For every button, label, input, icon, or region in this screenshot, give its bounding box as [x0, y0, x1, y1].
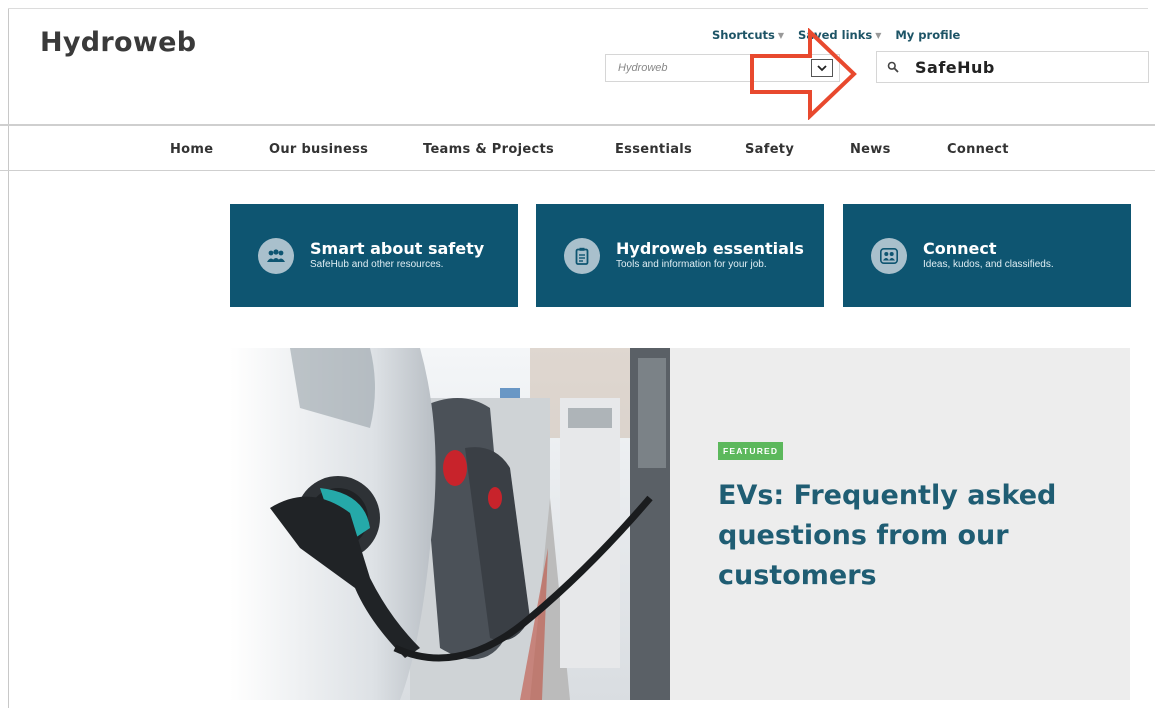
tile-text: Connect Ideas, kudos, and classifieds. — [923, 240, 1054, 271]
my-profile-link[interactable]: My profile — [895, 28, 960, 42]
tile-title: Connect — [923, 239, 997, 258]
nav-item-essentials[interactable]: Essentials — [615, 142, 692, 157]
nav-divider-bottom — [0, 170, 1155, 171]
featured-image[interactable] — [230, 348, 670, 700]
tile-text: Hydroweb essentials Tools and informatio… — [616, 240, 804, 271]
clipboard-icon — [564, 237, 600, 274]
tile-smart-about-safety[interactable]: Smart about safety SafeHub and other res… — [230, 204, 518, 307]
nav-item-connect[interactable]: Connect — [947, 142, 1009, 157]
tile-title: Hydroweb essentials — [616, 239, 804, 258]
nav-item-news[interactable]: News — [850, 142, 891, 157]
my-profile-label: My profile — [895, 28, 961, 42]
tile-text: Smart about safety SafeHub and other res… — [310, 240, 484, 271]
tile-connect[interactable]: Connect Ideas, kudos, and classifieds. — [843, 204, 1131, 307]
tile-hydroweb-essentials[interactable]: Hydroweb essentials Tools and informatio… — [536, 204, 824, 307]
featured-story[interactable]: FEATURED EVs: Frequently asked questions… — [230, 348, 1130, 700]
caret-down-icon: ▼ — [875, 30, 882, 40]
nav-item-our-business[interactable]: Our business — [269, 142, 368, 157]
annotation-arrow-icon — [750, 28, 857, 120]
frame-border-left — [8, 8, 9, 708]
tile-subtitle: Ideas, kudos, and classifieds. — [923, 259, 1054, 270]
nav-item-teams-projects[interactable]: Teams & Projects — [423, 142, 554, 157]
featured-title[interactable]: EVs: Frequently asked questions from our… — [718, 476, 1098, 596]
tile-subtitle: SafeHub and other resources. — [310, 259, 444, 270]
search-box[interactable] — [876, 51, 1149, 83]
people-group-icon — [258, 237, 294, 274]
nav-item-safety[interactable]: Safety — [745, 142, 794, 157]
search-input[interactable] — [915, 57, 1135, 77]
tile-title: Smart about safety — [310, 239, 485, 258]
site-logo[interactable]: Hydroweb — [40, 27, 196, 58]
frame-border-top — [8, 8, 1148, 9]
main-nav: Home Our business Teams & Projects Essen… — [0, 126, 1155, 170]
featured-badge: FEATURED — [718, 442, 784, 460]
nav-item-home[interactable]: Home — [170, 142, 213, 157]
tile-subtitle: Tools and information for your job. — [616, 259, 767, 270]
users-icon — [871, 237, 907, 274]
search-icon[interactable] — [887, 61, 907, 73]
